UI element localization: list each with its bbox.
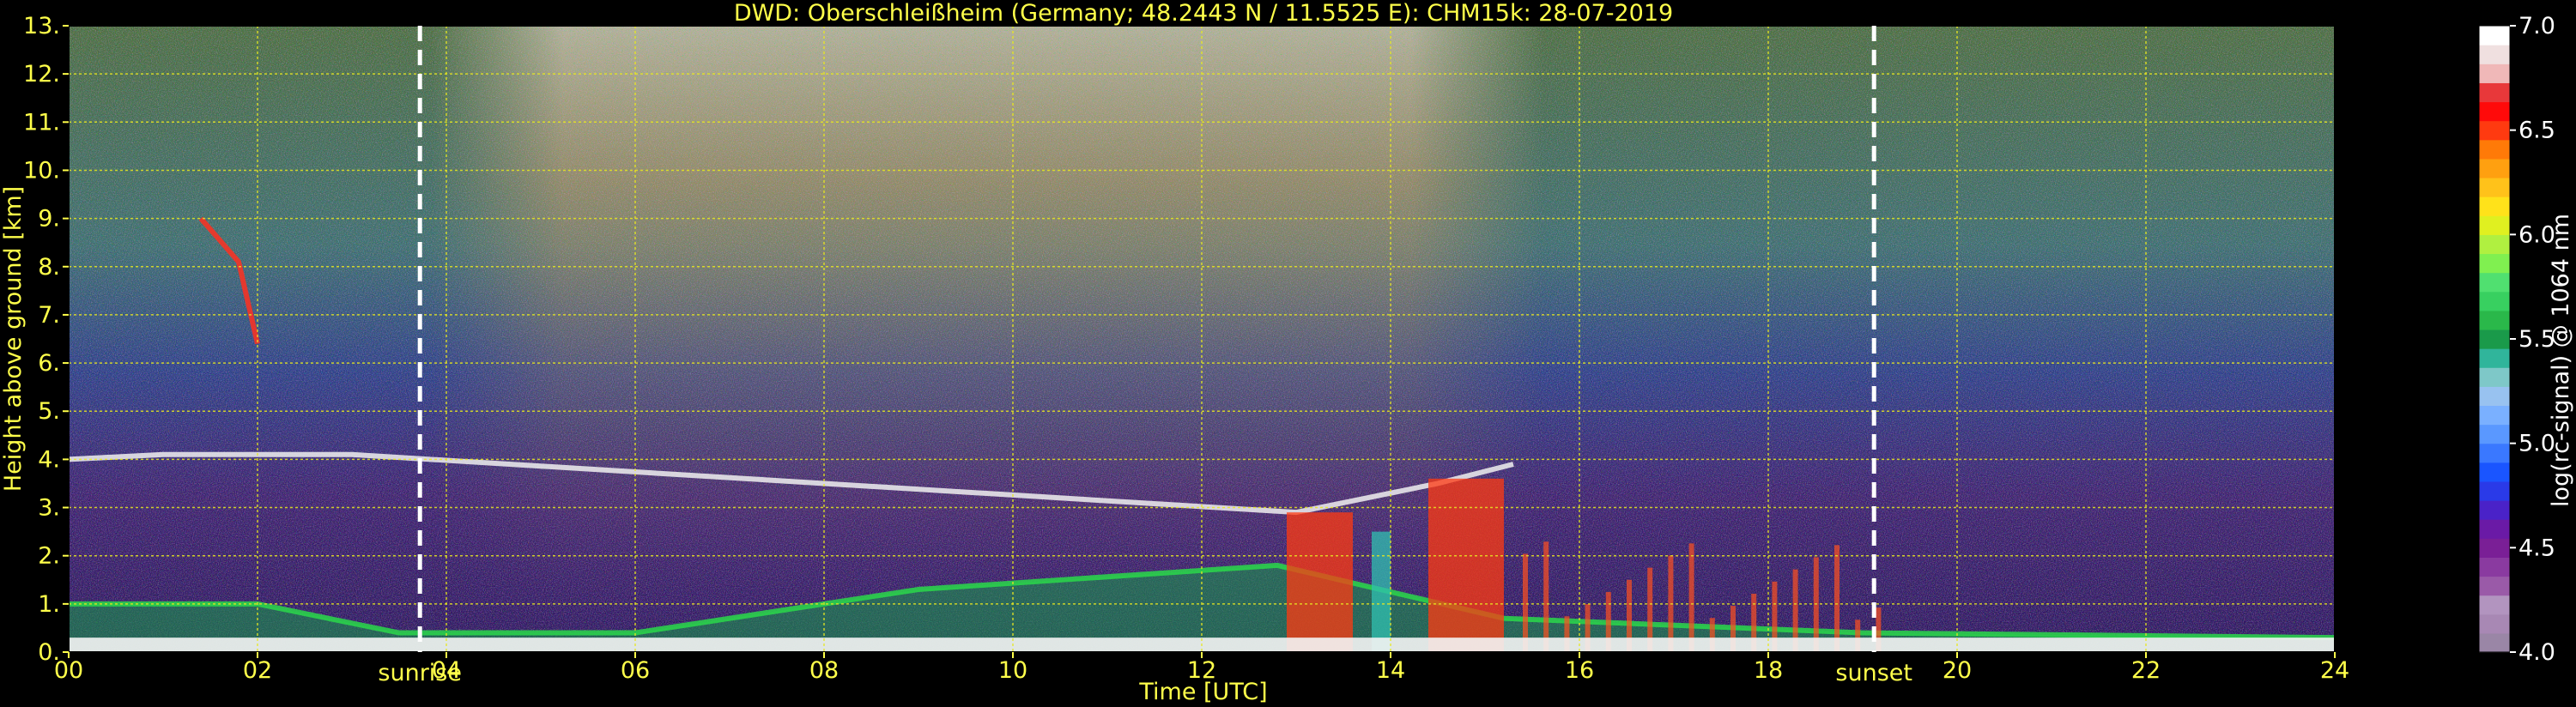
x-tick-label: 20 (1943, 657, 1972, 684)
colorbar-swatch (2479, 386, 2510, 407)
y-tick-label: 12. (23, 61, 60, 88)
colorbar-swatch (2479, 480, 2510, 501)
colorbar-swatch (2479, 120, 2510, 141)
colorbar-swatch (2479, 576, 2510, 596)
colorbar-swatch (2479, 26, 2510, 45)
y-axis-label: Height above ground [km] (0, 186, 27, 492)
y-tick-label: 3. (38, 495, 60, 522)
colorbar-swatch (2479, 63, 2510, 83)
cumulus-spike (1688, 543, 1694, 652)
y-tick-label: 10. (23, 157, 60, 184)
x-tick-label: 10 (998, 657, 1027, 684)
colorbar-swatch (2479, 424, 2510, 444)
y-tick-label: 7. (38, 302, 60, 329)
y-tick-label: 13. (23, 13, 60, 39)
colorbar-swatch (2479, 215, 2510, 235)
colorbar-tick-label: 4.0 (2518, 639, 2555, 666)
colorbar-swatch (2479, 272, 2510, 293)
convective-cloud-2 (1372, 531, 1391, 652)
y-tick-label: 11. (23, 109, 60, 136)
colorbar-swatch (2479, 443, 2510, 463)
colorbar-swatch (2479, 158, 2510, 178)
colorbar-swatch (2479, 613, 2510, 634)
colorbar-swatch (2479, 500, 2510, 520)
colorbar-swatch (2479, 234, 2510, 255)
colorbar-swatch (2479, 253, 2510, 274)
y-tick-label: 2. (38, 543, 60, 570)
colorbar-tick-label: 4.5 (2518, 535, 2555, 561)
x-tick-label: 02 (243, 657, 272, 684)
y-tick-label: 5. (38, 398, 60, 425)
x-tick-label: 06 (621, 657, 650, 684)
cumulus-spike (1834, 545, 1840, 652)
y-tick-label: 1. (38, 591, 60, 618)
x-axis-label: Time [UTC] (1138, 679, 1267, 705)
colorbar-swatch (2479, 82, 2510, 103)
colorbar-swatch (2479, 367, 2510, 387)
x-tick-label: 16 (1565, 657, 1594, 684)
colorbar-swatch (2479, 329, 2510, 349)
y-tick-label: 8. (38, 254, 60, 281)
sunset-label: sunset (1835, 660, 1912, 686)
colorbar-swatch (2479, 101, 2510, 122)
y-tick-label: 0. (38, 639, 60, 666)
colorbar-swatch (2479, 462, 2510, 482)
chart-title: DWD: Oberschleißheim (Germany; 48.2443 N… (734, 0, 1673, 27)
x-tick-label: 08 (809, 657, 839, 684)
colorbar: 4.04.55.05.56.06.57.0 (2478, 13, 2555, 666)
colorbar-label: log(rc-signal) @ 1064 nm (2548, 214, 2574, 507)
colorbar-swatch (2479, 595, 2510, 615)
x-tick-label: 24 (2320, 657, 2349, 684)
colorbar-swatch (2479, 519, 2510, 539)
colorbar-swatch (2479, 291, 2510, 311)
colorbar-swatch (2479, 310, 2510, 330)
colorbar-swatch (2479, 632, 2510, 653)
y-tick-label: 4. (38, 446, 60, 473)
cumulus-spike (1543, 541, 1549, 652)
colorbar-swatch (2479, 405, 2510, 426)
x-tick-label: 04 (432, 657, 461, 684)
ceilometer-chart: sunrise sunset 00 02 04 06 08 10 12 14 16 18 20 22 24… (0, 0, 2574, 705)
colorbar-swatch (2479, 139, 2510, 160)
colorbar-swatch (2479, 196, 2510, 216)
y-tick-label: 9. (38, 206, 60, 233)
colorbar-swatch (2479, 557, 2510, 577)
x-tick-label: 22 (2131, 657, 2161, 684)
y-tick-label: 6. (38, 350, 60, 377)
convective-cloud-0 (1287, 512, 1353, 652)
convective-cloud-1 (1428, 478, 1504, 652)
x-tick-label: 18 (1754, 657, 1783, 684)
colorbar-tick-label: 6.5 (2518, 118, 2555, 144)
colorbar-tick-label: 7.0 (2518, 13, 2555, 39)
x-tick-label: 14 (1376, 657, 1405, 684)
colorbar-swatch (2479, 538, 2510, 558)
colorbar-swatch (2479, 177, 2510, 197)
cumulus-spike (1523, 553, 1528, 652)
colorbar-swatch (2479, 348, 2510, 368)
colorbar-swatch (2479, 45, 2510, 64)
